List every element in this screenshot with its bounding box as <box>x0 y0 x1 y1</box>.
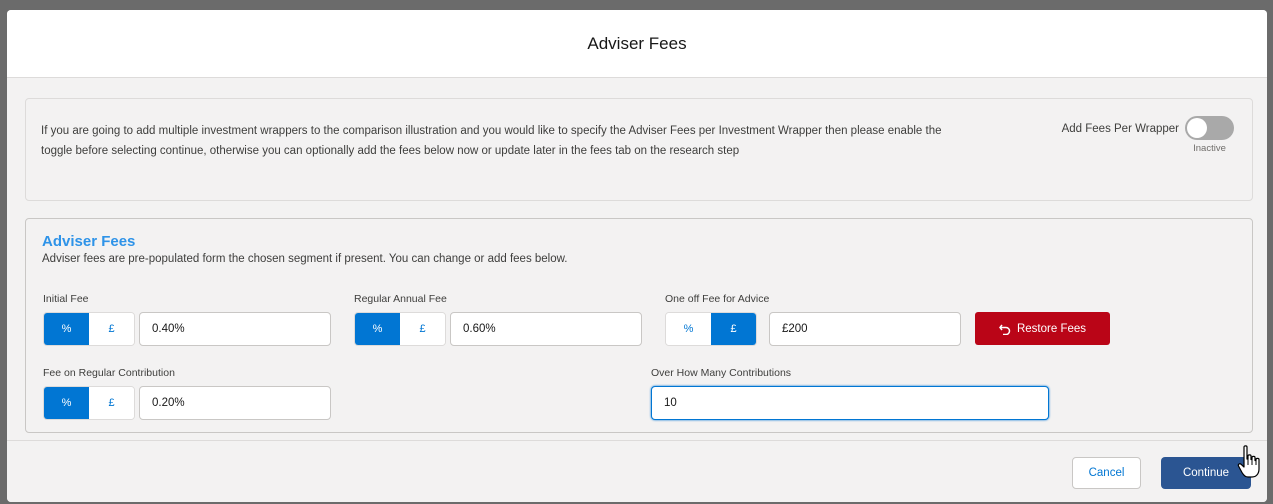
toggle-state-text: Inactive <box>1193 143 1226 154</box>
initial-fee-row: % £ <box>43 312 331 346</box>
one-off-fee-row: % £ <box>665 312 961 346</box>
regular-annual-fee-label: Regular Annual Fee <box>354 293 447 305</box>
restore-fees-label: Restore Fees <box>1016 322 1087 335</box>
one-off-fee-label: One off Fee for Advice <box>665 293 770 305</box>
one-off-fee-unit-toggle: % £ <box>665 312 757 346</box>
one-off-fee-field: One off Fee for Advice % £ <box>665 293 961 346</box>
hand-pointer-icon <box>1237 445 1260 478</box>
one-off-fee-percent-button[interactable]: % <box>666 313 711 345</box>
contributions-count-field: Over How Many Contributions <box>651 367 1049 420</box>
info-box: If you are going to add multiple investm… <box>25 98 1253 201</box>
adviser-fees-modal: Adviser Fees If you are going to add mul… <box>7 10 1267 502</box>
modal-title: Adviser Fees <box>587 33 687 53</box>
initial-fee-input[interactable] <box>139 312 331 346</box>
modal-footer: Cancel Continue <box>7 440 1267 502</box>
one-off-fee-input[interactable] <box>769 312 961 346</box>
toggle-column: Inactive <box>1185 116 1234 154</box>
toggle-knob <box>1187 118 1207 138</box>
cancel-button[interactable]: Cancel <box>1072 457 1141 489</box>
contributions-count-label: Over How Many Contributions <box>651 367 792 379</box>
regular-contribution-fee-field: Fee on Regular Contribution % £ <box>43 367 331 420</box>
regular-contribution-fee-row: % £ <box>43 386 331 420</box>
initial-fee-label: Initial Fee <box>43 293 89 305</box>
one-off-fee-pound-button[interactable]: £ <box>711 313 756 345</box>
adviser-fees-section: Adviser Fees Adviser fees are pre-popula… <box>25 218 1253 433</box>
regular-annual-fee-input[interactable] <box>450 312 642 346</box>
fees-per-wrapper-toggle-group: Add Fees Per Wrapper Inactive <box>1062 116 1234 154</box>
regular-contribution-fee-label: Fee on Regular Contribution <box>43 367 175 379</box>
section-subtitle: Adviser fees are pre-populated form the … <box>42 253 568 265</box>
regular-contribution-fee-unit-toggle: % £ <box>43 386 135 420</box>
initial-fee-unit-toggle: % £ <box>43 312 135 346</box>
restore-fees-button[interactable]: Restore Fees <box>975 312 1110 345</box>
section-title: Adviser Fees <box>42 233 136 250</box>
regular-contribution-fee-pound-button[interactable]: £ <box>89 387 134 419</box>
info-text: If you are going to add multiple investm… <box>41 125 942 157</box>
modal-body: If you are going to add multiple investm… <box>7 78 1267 450</box>
toggle-label: Add Fees Per Wrapper <box>1061 123 1179 135</box>
regular-contribution-fee-input[interactable] <box>139 386 331 420</box>
modal-header: Adviser Fees <box>7 10 1267 78</box>
initial-fee-field: Initial Fee % £ <box>43 293 331 346</box>
initial-fee-percent-button[interactable]: % <box>44 313 89 345</box>
regular-annual-fee-unit-toggle: % £ <box>354 312 446 346</box>
undo-arrow-icon <box>999 324 1011 335</box>
fees-per-wrapper-toggle[interactable] <box>1185 116 1234 140</box>
initial-fee-pound-button[interactable]: £ <box>89 313 134 345</box>
regular-contribution-fee-percent-button[interactable]: % <box>44 387 89 419</box>
regular-annual-fee-row: % £ <box>354 312 642 346</box>
contributions-count-row <box>651 386 1049 420</box>
regular-annual-fee-pound-button[interactable]: £ <box>400 313 445 345</box>
contributions-count-input[interactable] <box>651 386 1049 420</box>
regular-annual-fee-percent-button[interactable]: % <box>355 313 400 345</box>
regular-annual-fee-field: Regular Annual Fee % £ <box>354 293 642 346</box>
